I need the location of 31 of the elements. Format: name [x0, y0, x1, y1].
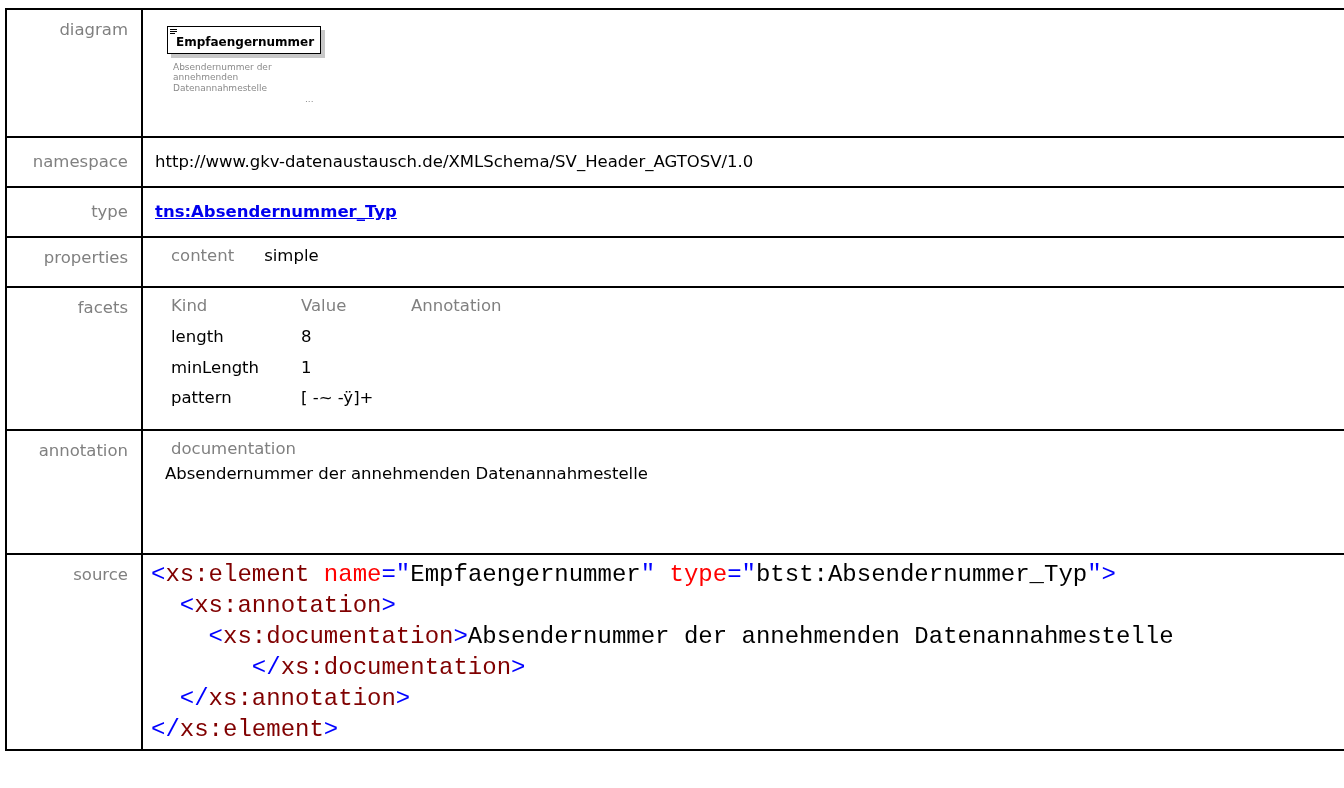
property-value: simple [264, 245, 319, 267]
facet-value: [ -~ -ÿ]+ [301, 387, 375, 410]
code-line: </xs:documentation> [250, 653, 527, 683]
row-label: facets [77, 298, 128, 317]
facet-value: 1 [301, 356, 313, 379]
row-label: diagram [59, 20, 128, 39]
row-label: namespace [32, 152, 128, 171]
ellipsis: ... [305, 93, 315, 107]
row-label: properties [43, 248, 128, 267]
row-label: source [73, 565, 128, 584]
documentation-text: Absendernummer der annehmenden Datenannahmestelle [165, 462, 649, 485]
code-line: <xs:documentation>Absendernummer der annehmenden Datenannahmestelle [207, 622, 1175, 652]
diagram-documentation: Absendernummer der annehmenden Datenannahmestelle [173, 62, 273, 94]
type-link[interactable]: tns:Absendernummer_Typ [155, 202, 397, 221]
facet-kind: length [171, 325, 225, 348]
row-label: annotation [38, 441, 128, 460]
lines-icon [170, 29, 177, 35]
column-header: Annotation [411, 295, 503, 317]
code-line: </xs:element> [151, 715, 340, 745]
namespace-value: http://www.gkv-datenaustausch.de/XMLSchema/SV_Header_AGTOSV/1.0 [155, 152, 754, 171]
code-line: <xs:annotation> [178, 591, 397, 621]
property-name: content [171, 245, 235, 267]
row-label: type [91, 202, 128, 221]
facet-value: 8 [301, 325, 313, 348]
facet-kind: minLength [171, 356, 261, 379]
documentation-heading: documentation [170, 438, 297, 460]
column-header: Value [301, 295, 348, 317]
code-line: </xs:annotation> [178, 684, 412, 714]
column-header: Kind [171, 295, 209, 317]
code-line: <xs:element name="Empfaengernummer" type="btst:Absendernummer_Typ"> [151, 560, 1117, 590]
facet-kind: pattern [171, 387, 233, 410]
